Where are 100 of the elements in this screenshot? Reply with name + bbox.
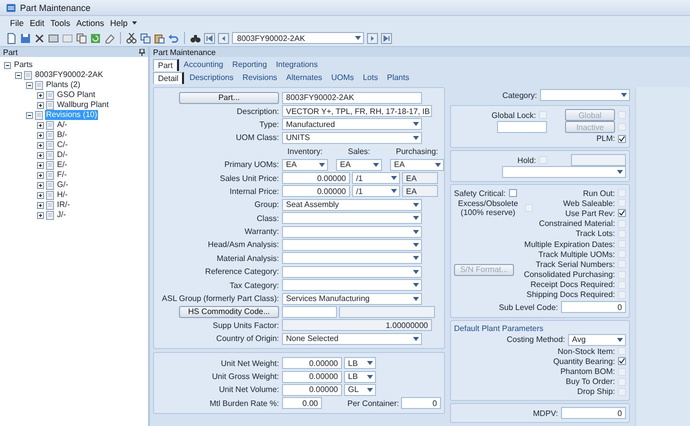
tree-item[interactable]: B/- [56, 130, 68, 140]
tab[interactable]: Lots [358, 72, 382, 84]
text-field[interactable] [282, 306, 337, 318]
dropdown[interactable]: Seat Assembly [282, 198, 422, 211]
hs-code-button[interactable]: HS Commodity Code... [179, 306, 279, 318]
expand-icon[interactable] [37, 202, 44, 208]
dropdown[interactable]: /1 [352, 172, 400, 184]
tree-item[interactable]: F/- [56, 170, 68, 180]
tree-item[interactable]: A/- [56, 120, 68, 130]
tab[interactable]: Descriptions [185, 72, 238, 84]
number-field[interactable]: 0.00000 [282, 370, 342, 382]
next-icon[interactable] [367, 32, 378, 44]
menu-item[interactable]: Tools [48, 18, 72, 28]
collapse-icon[interactable] [15, 72, 22, 78]
record-dropdown[interactable]: 8003FY90002-2AK [232, 32, 364, 44]
menu-item[interactable]: Actions [74, 18, 106, 28]
text-field[interactable] [497, 121, 547, 133]
tree-item[interactable]: Plants (2) [45, 80, 82, 90]
last-icon[interactable] [381, 32, 392, 44]
checkbox[interactable] [618, 134, 626, 142]
dropdown[interactable]: LB [344, 370, 376, 382]
tab[interactable]: Alternates [282, 72, 326, 84]
menu-item[interactable]: Edit [28, 18, 46, 28]
first-icon[interactable] [204, 32, 215, 44]
number-field[interactable]: 0.00000 [282, 185, 350, 198]
tab[interactable]: Part [153, 58, 179, 70]
tree-item[interactable]: IR/- [56, 200, 71, 210]
tab[interactable]: Accounting [180, 58, 228, 70]
paste-icon[interactable] [154, 32, 165, 44]
expand-icon[interactable] [37, 102, 44, 108]
collapse-icon[interactable] [26, 112, 33, 118]
tree-item[interactable]: G/- [56, 180, 70, 190]
expand-icon[interactable] [37, 212, 44, 218]
number-field[interactable]: 0.00000 [282, 357, 342, 370]
number-field[interactable]: 0.00000 [282, 384, 342, 396]
expand-icon[interactable] [37, 182, 44, 188]
dropdown[interactable]: Manufactured [282, 118, 422, 130]
checkbox[interactable] [508, 189, 517, 198]
refresh-icon[interactable] [90, 32, 101, 44]
dropdown[interactable]: None Selected [282, 332, 422, 345]
undo-icon[interactable] [168, 32, 179, 44]
expand-icon[interactable] [37, 92, 44, 98]
dropdown[interactable]: Avg [568, 334, 626, 346]
tab[interactable]: Revisions [238, 72, 282, 84]
collapse-icon[interactable] [26, 82, 33, 88]
tree-item[interactable]: D/- [56, 150, 69, 160]
menu-item[interactable]: File [8, 18, 26, 28]
tab[interactable]: Integrations [272, 58, 322, 70]
caret-icon[interactable] [132, 21, 137, 25]
caret-icon [413, 283, 419, 288]
dropdown[interactable]: EA [336, 158, 382, 171]
checkbox[interactable] [618, 209, 626, 218]
tree-item[interactable]: H/- [56, 190, 69, 200]
tab[interactable]: Detail [153, 72, 184, 84]
expand-icon[interactable] [37, 162, 44, 168]
text-field[interactable]: 8003FY90002-2AK [282, 92, 422, 104]
number-field[interactable]: 0 [561, 407, 626, 419]
expand-icon[interactable] [37, 172, 44, 178]
text-field[interactable]: VECTOR Y+, TPL, FR, RH, 17-18-17, IB [282, 105, 432, 118]
number-field[interactable]: 0 [561, 301, 626, 314]
tree-item[interactable]: C/- [56, 140, 69, 150]
expand-icon[interactable] [37, 152, 44, 158]
dropdown[interactable]: LB [344, 357, 376, 370]
tree-item[interactable]: GSO Plant [56, 90, 96, 100]
binoculars-icon[interactable] [190, 32, 201, 44]
dropdown[interactable]: EA [390, 158, 444, 171]
part-button[interactable]: Part... [179, 92, 279, 104]
number-field[interactable]: 0.00000 [282, 172, 350, 184]
dropdown[interactable]: /1 [352, 185, 400, 198]
delete-icon[interactable] [34, 32, 45, 44]
tab[interactable]: UOMs [327, 72, 358, 84]
tree-item[interactable]: Parts [13, 60, 34, 70]
checkbox-label: Phantom BOM: [560, 367, 615, 376]
dropdown[interactable]: UNITS [282, 132, 422, 144]
collapse-icon[interactable] [4, 62, 11, 68]
menu-item[interactable]: Help [108, 18, 130, 28]
expand-icon[interactable] [37, 132, 44, 138]
dropdown[interactable]: GL [344, 384, 376, 396]
checkbox[interactable] [618, 357, 626, 366]
save-icon[interactable] [20, 32, 31, 44]
pin-icon[interactable] [139, 48, 145, 56]
dropdown[interactable]: EA [282, 158, 328, 171]
number-field[interactable]: 0 [401, 397, 441, 410]
tree-item[interactable]: 8003FY90002-2AK [34, 70, 104, 80]
new-document-icon[interactable] [6, 32, 17, 44]
expand-icon[interactable] [37, 142, 44, 148]
expand-icon[interactable] [37, 192, 44, 198]
dropdown[interactable]: Services Manufacturing [282, 292, 422, 305]
copy-icon[interactable] [76, 32, 87, 44]
tab[interactable]: Reporting [228, 58, 271, 70]
copy-icon[interactable] [140, 32, 151, 44]
cut-icon[interactable] [126, 32, 137, 44]
tree-item[interactable]: E/- [56, 160, 68, 170]
previous-icon[interactable] [218, 32, 229, 44]
eraser-icon[interactable] [104, 32, 115, 44]
tree-item[interactable]: Wallburg Plant [56, 100, 110, 110]
tab[interactable]: Plants [382, 72, 414, 84]
tree-item[interactable]: J/- [56, 210, 67, 220]
expand-icon[interactable] [37, 122, 44, 128]
number-field[interactable]: 0.00 [282, 397, 322, 410]
